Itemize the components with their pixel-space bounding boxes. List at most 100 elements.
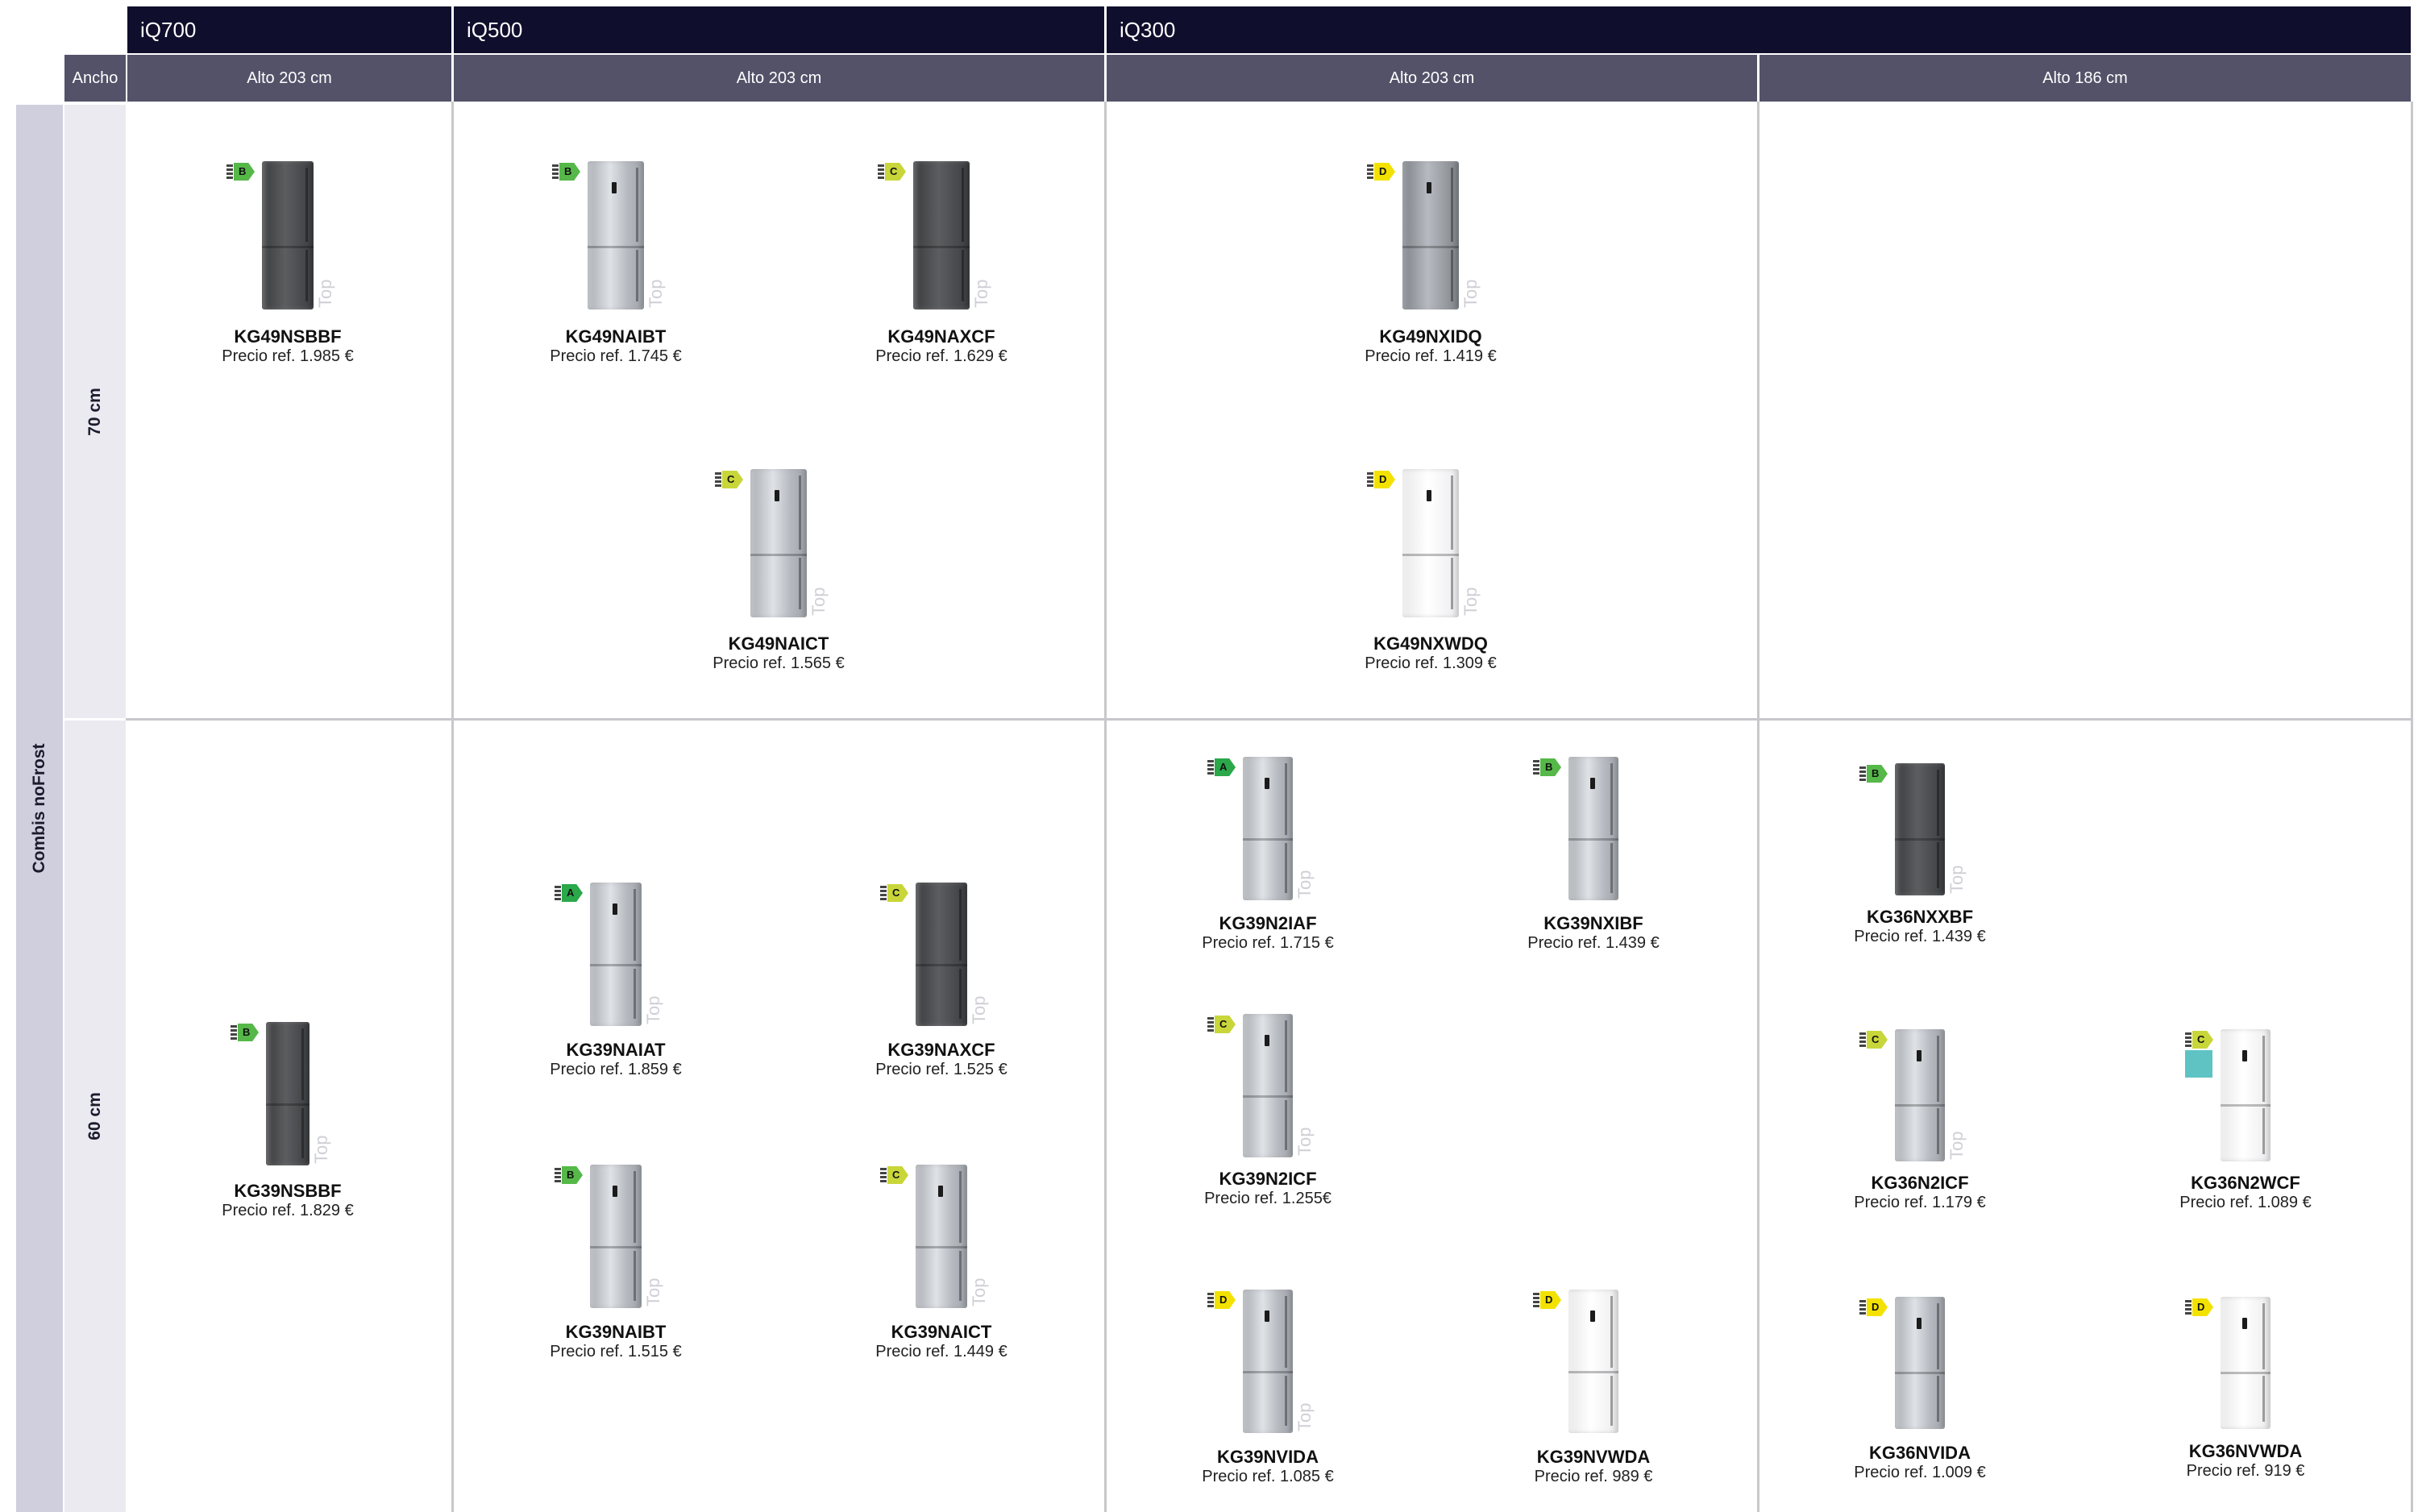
energy-label-icon: C (1859, 1031, 1890, 1049)
width-row-70: 70 cm (64, 105, 126, 718)
top-tag: Top (643, 995, 663, 1024)
category-label: Combis noFrost (30, 743, 48, 874)
grid-divider (126, 718, 2411, 721)
top-tag: Top (969, 1277, 989, 1306)
category-label-cell: Combis noFrost (16, 105, 63, 1512)
fridge-image (913, 161, 970, 309)
top-tag: Top (1294, 1402, 1315, 1431)
height-header: Alto 203 cm (454, 55, 1104, 102)
fridge-image (1895, 1297, 1945, 1429)
product-model: KG49NXIDQ (1379, 326, 1482, 347)
fridge-image (1568, 757, 1618, 900)
energy-label-icon: D (1367, 471, 1398, 488)
fridge-image (1568, 1290, 1618, 1433)
fridge-image (1895, 1029, 1945, 1161)
width-row-label: 70 cm (85, 387, 104, 436)
product-price: Precio ref. 1.629 € (875, 347, 1008, 365)
product-model: KG39NAICT (891, 1322, 992, 1342)
top-tag: Top (1946, 865, 1967, 894)
grid-divider (2411, 102, 2413, 1512)
grid-divider (451, 102, 454, 1512)
series-header-iq500: iQ500 (454, 6, 1104, 53)
fridge-image (1402, 469, 1459, 617)
energy-label-icon: C (1207, 1016, 1238, 1033)
product-model: KG39NAXCF (887, 1040, 995, 1060)
energy-label-icon: D (1367, 163, 1398, 181)
energy-label-icon: D (1533, 1291, 1564, 1309)
product-model: KG36NVIDA (1869, 1443, 1971, 1463)
fridge-image (750, 469, 807, 617)
product-price: Precio ref. 1.439 € (1527, 934, 1660, 952)
product-model: KG39NAIAT (566, 1040, 666, 1060)
top-tag: Top (643, 1277, 663, 1306)
product-model: KG39NVIDA (1217, 1447, 1319, 1467)
product-price: Precio ref. 1.515 € (550, 1343, 682, 1360)
top-tag: Top (1946, 1131, 1967, 1160)
fridge-image (1895, 763, 1945, 895)
product-model: KG36NVWDA (2188, 1441, 2303, 1461)
energy-label-icon: A (555, 884, 585, 902)
series-header-iq300: iQ300 (1107, 6, 2411, 53)
top-tag: Top (969, 995, 989, 1024)
width-row-60: 60 cm (64, 721, 126, 1512)
product-price: Precio ref. 1.085 € (1202, 1468, 1334, 1485)
product-price: Precio ref. 1.829 € (222, 1202, 354, 1219)
product-price: Precio ref. 1.985 € (222, 347, 354, 365)
product-price: Precio ref. 1.179 € (1854, 1194, 1986, 1211)
product-model: KG49NAIBT (565, 326, 667, 347)
product-price: Precio ref. 1.419 € (1365, 347, 1497, 365)
energy-label-icon: A (1207, 758, 1238, 776)
energy-label-icon: C (880, 884, 911, 902)
product-price: Precio ref. 1.439 € (1854, 928, 1986, 945)
new-badge-icon (2185, 1050, 2212, 1078)
energy-label-icon: B (226, 163, 257, 181)
energy-label-icon: D (1207, 1291, 1238, 1309)
fridge-image (590, 1165, 642, 1308)
product-model: KG36NXXBF (1866, 907, 1974, 927)
product-model: KG39NAIBT (565, 1322, 667, 1342)
grid-divider (1757, 102, 1759, 1512)
product-price: Precio ref. 919 € (2186, 1462, 2305, 1480)
energy-label-icon: D (2185, 1298, 2216, 1316)
product-price: Precio ref. 1.255€ (1204, 1190, 1332, 1207)
energy-label-icon: C (2185, 1031, 2216, 1049)
top-tag: Top (311, 1135, 331, 1164)
fridge-image (590, 883, 642, 1026)
top-tag: Top (1460, 587, 1481, 616)
fridge-image (2221, 1029, 2271, 1161)
fridge-image (1402, 161, 1459, 309)
top-tag: Top (971, 279, 991, 308)
top-tag: Top (315, 279, 335, 308)
fridge-image (1243, 1014, 1293, 1157)
product-price: Precio ref. 1.449 € (875, 1343, 1008, 1360)
product-model: KG39N2IAF (1219, 913, 1317, 933)
product-model: KG49NAXCF (887, 326, 995, 347)
fridge-image (1243, 1290, 1293, 1433)
product-price: Precio ref. 1.089 € (2179, 1194, 2312, 1211)
product-model: KG36N2WCF (2191, 1173, 2300, 1193)
product-price: Precio ref. 1.565 € (713, 654, 845, 672)
product-model: KG39NSBBF (234, 1181, 342, 1201)
product-price: Precio ref. 1.859 € (550, 1061, 682, 1078)
product-model: KG49NAICT (728, 633, 829, 654)
fridge-image (1243, 757, 1293, 900)
fridge-image (262, 161, 314, 309)
energy-label-icon: C (878, 163, 908, 181)
product-model: KG39N2ICF (1219, 1169, 1317, 1189)
energy-label-icon: B (555, 1166, 585, 1184)
product-price: Precio ref. 1.745 € (550, 347, 682, 365)
fridge-image (2221, 1297, 2271, 1429)
fridge-image (266, 1022, 310, 1165)
product-model: KG39NVWDA (1536, 1447, 1651, 1467)
series-header-iq700: iQ700 (127, 6, 451, 53)
energy-label-icon: C (880, 1166, 911, 1184)
top-tag: Top (1294, 1127, 1315, 1156)
product-price: Precio ref. 989 € (1534, 1468, 1653, 1485)
height-header: Alto 203 cm (127, 55, 451, 102)
width-row-label: 60 cm (85, 1092, 104, 1140)
height-header: Alto 186 cm (1759, 55, 2411, 102)
fridge-image (916, 883, 967, 1026)
product-model: KG36N2ICF (1871, 1173, 1969, 1193)
top-tag: Top (808, 587, 829, 616)
energy-label-icon: B (1533, 758, 1564, 776)
